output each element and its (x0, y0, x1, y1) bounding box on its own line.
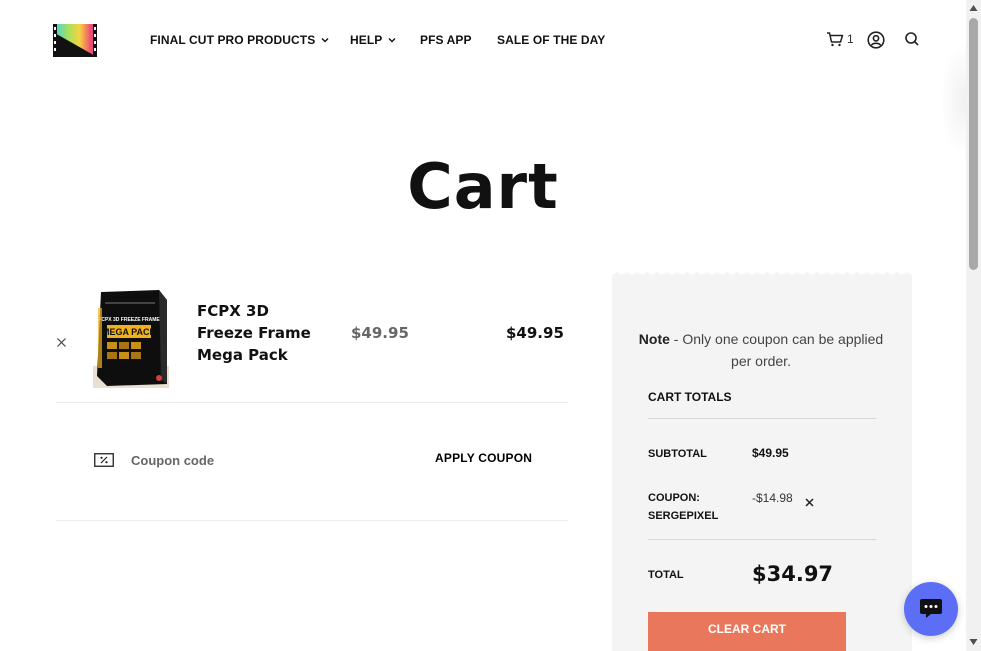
remove-coupon-button[interactable] (805, 494, 814, 507)
nav-final-cut-pro-products[interactable]: FINAL CUT PRO PRODUCTS (150, 33, 329, 47)
product-image-title: MEGA PACK (102, 327, 157, 337)
apply-coupon-button[interactable]: APPLY COUPON (435, 451, 532, 465)
search-button[interactable] (904, 31, 920, 52)
product-price: $49.95 (351, 324, 409, 342)
chat-button[interactable] (904, 582, 958, 636)
coupon-code-input[interactable] (124, 448, 374, 472)
coupon-divider (56, 520, 568, 521)
remove-item-button[interactable] (56, 335, 67, 347)
coupon-discount-value: -$14.98 (752, 491, 793, 505)
close-icon (57, 338, 66, 347)
clear-cart-button[interactable]: CLEAR CART (648, 612, 846, 651)
scroll-down-arrow[interactable] (969, 638, 978, 646)
total-value: $34.97 (752, 562, 834, 586)
product-image-caption: FCPX 3D FREEZE FRAME (98, 317, 160, 323)
subtotal-label: SUBTOTAL (648, 448, 707, 460)
account-link[interactable] (867, 31, 885, 54)
chat-icon (920, 599, 942, 618)
search-icon (905, 32, 919, 46)
account-icon (867, 31, 885, 49)
product-name-link[interactable]: FCPX 3D Freeze Frame Mega Pack (197, 300, 322, 366)
coupon-label: COUPON: SERGEPIXEL (648, 492, 719, 522)
scrollbar-thumb[interactable] (969, 18, 978, 270)
scroll-up-arrow[interactable] (969, 4, 978, 12)
totals-divider (648, 418, 876, 419)
nav-help[interactable]: HELP (350, 33, 396, 47)
subtotal-value: $49.95 (752, 446, 789, 460)
chevron-down-icon (321, 38, 329, 43)
totals-divider (648, 539, 876, 540)
page-title: Cart (407, 150, 559, 223)
coupon-note: Note - Only one coupon can be applied pe… (638, 331, 884, 369)
total-label: TOTAL (648, 569, 684, 581)
cart-divider (56, 402, 568, 403)
nav-sale-of-the-day[interactable]: SALE OF THE DAY (497, 33, 605, 47)
product-image[interactable]: FCPX 3D FREEZE FRAME MEGA PACK (93, 288, 169, 388)
coupon-icon (94, 453, 114, 467)
cart-link[interactable]: 1 (826, 31, 854, 52)
close-icon (805, 498, 814, 507)
chevron-down-icon (388, 38, 396, 43)
cart-icon (827, 32, 844, 47)
product-subtotal: $49.95 (506, 324, 564, 342)
edge-shadow (940, 40, 966, 160)
header-icons: 1 (826, 31, 926, 49)
cart-count: 1 (847, 32, 854, 46)
cart-totals-heading: CART TOTALS (648, 390, 732, 404)
site-logo[interactable] (53, 24, 97, 57)
nav-pfs-app[interactable]: PFS APP (420, 33, 472, 47)
